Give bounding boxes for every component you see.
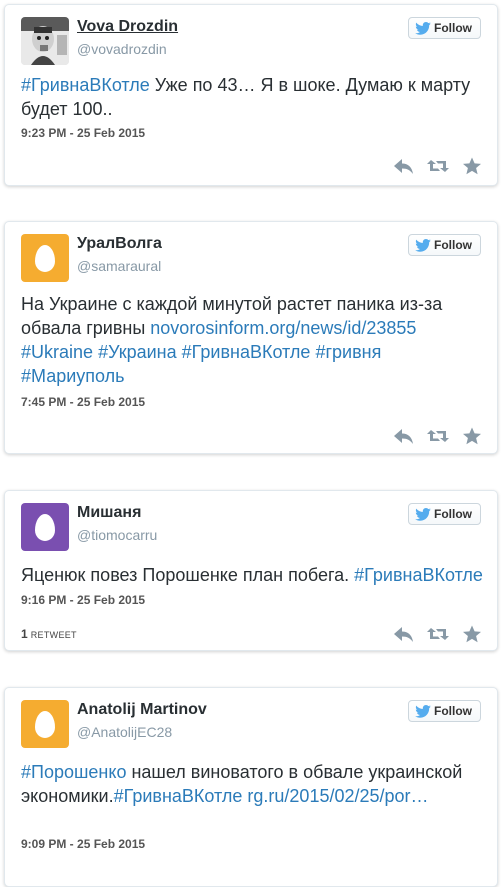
twitter-bird-icon <box>415 238 431 252</box>
avatar[interactable] <box>21 700 69 748</box>
user-name[interactable]: УралВолга <box>77 235 162 253</box>
user-handle[interactable]: @vovadrozdin <box>77 41 167 57</box>
hashtag-link[interactable]: #Мариуполь <box>21 366 125 386</box>
tweet-text-segment: Яценюк повез Порошенке план побега. <box>21 565 355 585</box>
retweet-icon[interactable] <box>427 157 449 175</box>
twitter-bird-icon <box>415 507 431 521</box>
retweet-icon[interactable] <box>427 427 449 445</box>
egg-icon <box>35 244 55 272</box>
reply-icon[interactable] <box>393 157 415 175</box>
twitter-bird-icon <box>415 21 431 35</box>
retweet-count[interactable]: 1 RETWEET <box>21 627 77 641</box>
tweet-text: Яценюк повез Порошенке план побега. #Гри… <box>21 563 485 587</box>
follow-button[interactable]: Follow <box>408 700 481 722</box>
hashtag-link[interactable]: #ГривнаВКотле <box>182 342 311 362</box>
avatar[interactable] <box>21 234 69 282</box>
avatar[interactable] <box>21 17 69 65</box>
tweet-actions <box>393 427 483 445</box>
follow-label: Follow <box>434 21 472 35</box>
tweet-date[interactable]: 9:23 PM - 25 Feb 2015 <box>21 126 145 140</box>
tweet-card: УралВолга @samaraural Follow На Украине … <box>4 221 498 454</box>
url-link[interactable]: rg.ru/2015/02/25/por… <box>247 786 428 806</box>
tweet-date[interactable]: 9:16 PM - 25 Feb 2015 <box>21 593 145 607</box>
favorite-icon[interactable] <box>461 157 483 175</box>
reply-icon[interactable] <box>393 427 415 445</box>
tweet-card: Anatolij Martinov @AnatolijEC28 Follow #… <box>4 687 498 887</box>
twitter-bird-icon <box>415 704 431 718</box>
tweet-card: Vova Drozdin @vovadrozdin Follow #Гривна… <box>4 4 498 186</box>
tweet-text: На Украине с каждой минутой растет паник… <box>21 292 485 388</box>
follow-label: Follow <box>434 704 472 718</box>
follow-button[interactable]: Follow <box>408 234 481 256</box>
tweet-text: #ГривнаВКотле Уже по 43… Я в шоке. Думаю… <box>21 73 485 121</box>
favorite-icon[interactable] <box>461 625 483 643</box>
user-handle[interactable]: @samaraural <box>77 258 161 274</box>
user-name[interactable]: Vova Drozdin <box>77 18 178 36</box>
user-handle[interactable]: @tiomocarru <box>77 527 157 543</box>
hashtag-link[interactable]: #ГривнаВКотле <box>354 565 483 585</box>
user-name[interactable]: Мишаня <box>77 504 141 522</box>
retweet-count-number: 1 <box>21 627 28 641</box>
url-link[interactable]: novorosinform.org/news/id/23855 <box>150 318 416 338</box>
hashtag-link[interactable]: #ГривнаВКотле <box>114 786 243 806</box>
follow-button[interactable]: Follow <box>408 503 481 525</box>
user-name[interactable]: Anatolij Martinov <box>77 701 207 719</box>
hashtag-link[interactable]: #гривня <box>315 342 381 362</box>
follow-label: Follow <box>434 507 472 521</box>
egg-icon <box>35 710 55 738</box>
tweet-date[interactable]: 9:09 PM - 25 Feb 2015 <box>21 837 145 851</box>
favorite-icon[interactable] <box>461 427 483 445</box>
retweet-count-label: RETWEET <box>30 630 77 640</box>
reply-icon[interactable] <box>393 625 415 643</box>
tweet-actions <box>393 157 483 175</box>
follow-button[interactable]: Follow <box>408 17 481 39</box>
hashtag-link[interactable]: #ГривнаВКотле <box>21 75 150 95</box>
avatar[interactable] <box>21 503 69 551</box>
hashtag-link[interactable]: #Порошенко <box>21 762 126 782</box>
follow-label: Follow <box>434 238 472 252</box>
retweet-icon[interactable] <box>427 625 449 643</box>
tweet-date[interactable]: 7:45 PM - 25 Feb 2015 <box>21 395 145 409</box>
tweet-card: Мишаня @tiomocarru Follow Яценюк повез П… <box>4 490 498 651</box>
hashtag-link[interactable]: #Ukraine <box>21 342 93 362</box>
hashtag-link[interactable]: #Украина <box>98 342 177 362</box>
user-handle[interactable]: @AnatolijEC28 <box>77 724 172 740</box>
tweet-text: #Порошенко нашел виноватого в обвале укр… <box>21 760 485 808</box>
tweet-actions <box>393 625 483 643</box>
egg-icon <box>35 513 55 541</box>
